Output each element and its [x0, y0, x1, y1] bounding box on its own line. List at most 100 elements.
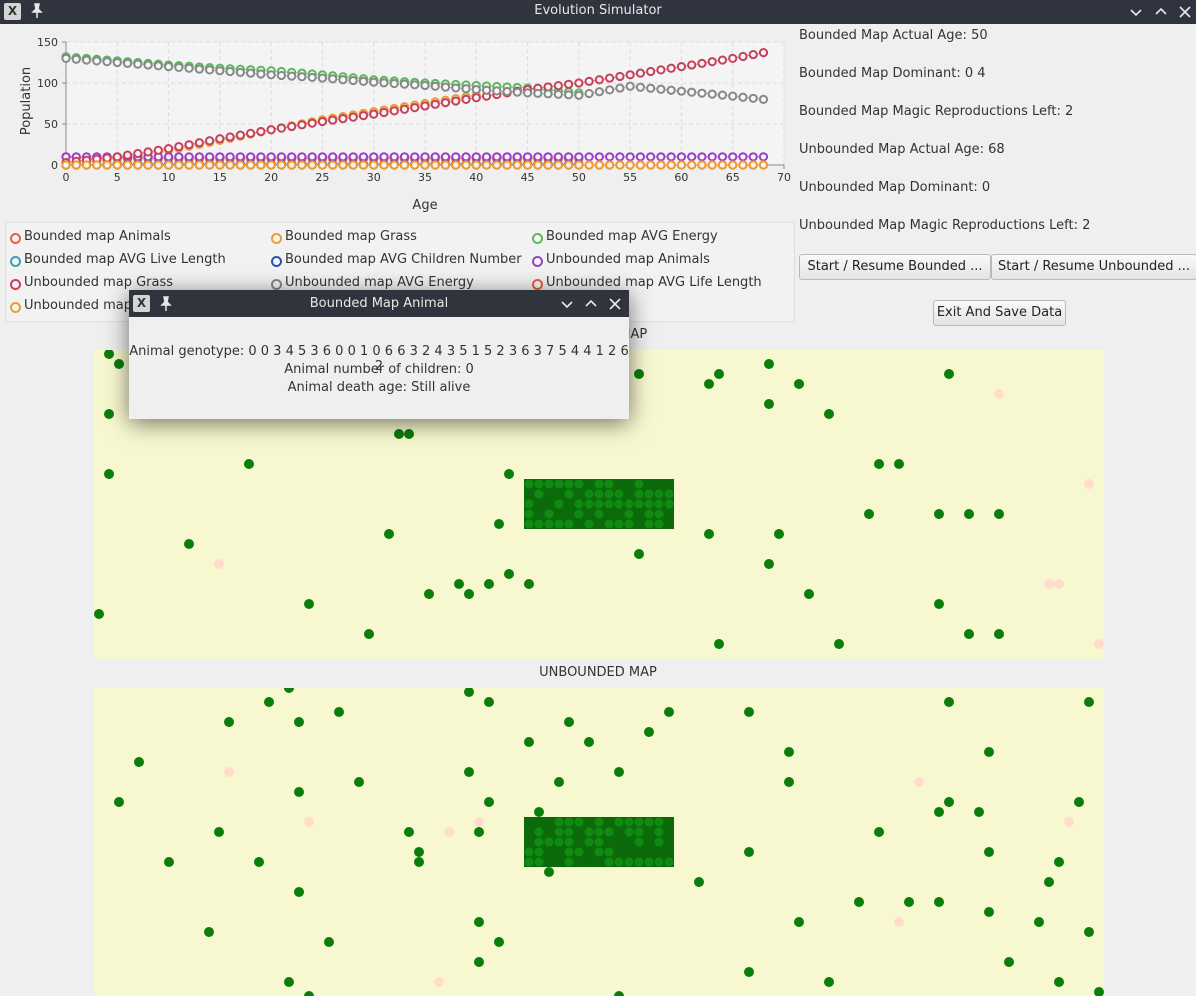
plant [474, 817, 484, 827]
animal [474, 957, 484, 967]
animal [704, 379, 714, 389]
data-point [256, 126, 266, 137]
jungle-animal [654, 519, 664, 529]
legend-marker-icon [271, 233, 282, 244]
data-point [440, 152, 451, 162]
animal [544, 867, 554, 877]
data-point [461, 152, 471, 162]
dialog-minimize-icon[interactable] [557, 294, 577, 314]
jungle-animal [534, 519, 544, 529]
data-point [502, 86, 512, 97]
data-point [133, 148, 143, 159]
data-point [410, 160, 420, 170]
population-chart: 0 5 10 15 20 25 30 35 40 45 50 55 60 65 70 0 50 100 150 Po… [0, 26, 795, 216]
data-point [574, 160, 584, 170]
jungle-animal [644, 499, 654, 509]
animal [454, 579, 464, 589]
animal [494, 519, 504, 529]
unbounded-map[interactable] [94, 688, 1104, 996]
legend-marker-icon [532, 233, 543, 244]
data-point [307, 152, 317, 162]
jungle-animal [634, 479, 644, 489]
data-point [246, 68, 256, 78]
data-point [615, 160, 625, 170]
data-point [287, 121, 297, 132]
data-point [440, 98, 451, 108]
data-point [102, 57, 112, 67]
jungle-animal [584, 827, 594, 837]
data-point [174, 62, 184, 73]
legend-label: Bounded map Animals [24, 229, 171, 244]
jungle-animal [654, 489, 664, 499]
data-point [266, 160, 276, 170]
jungle-animal [664, 499, 674, 509]
x-tick-label: 40 [469, 171, 483, 184]
data-point [81, 160, 92, 170]
jungle-animal [644, 817, 654, 827]
chart-svg: 0 5 10 15 20 25 30 35 40 45 50 55 60 65 70 0 50 100 150 Po… [19, 36, 791, 213]
animal [414, 857, 424, 867]
jungle-animal [544, 479, 554, 489]
data-point [92, 160, 102, 170]
data-point [410, 80, 420, 90]
jungle-animal [654, 499, 664, 509]
data-point [81, 55, 92, 65]
animal [464, 767, 474, 777]
jungle-animal [554, 519, 564, 529]
data-point [338, 75, 348, 85]
data-point [451, 152, 461, 162]
start-bounded-button[interactable]: Start / Resume Bounded ... [799, 254, 991, 280]
dialog-titlebar: X Bounded Map Animal [129, 290, 629, 317]
animal [464, 688, 474, 697]
animal-children: Animal number of children: 0 [284, 362, 474, 377]
exit-save-button[interactable]: Exit And Save Data [933, 300, 1066, 326]
data-point [297, 160, 307, 170]
animal [354, 777, 364, 787]
unbounded-map-canvas[interactable] [94, 688, 1104, 996]
data-point [215, 152, 225, 162]
bounded-age-label: Bounded Map Actual Age: 50 [799, 28, 988, 43]
data-point [666, 152, 676, 162]
minimize-icon[interactable] [1126, 2, 1146, 22]
legend-label: Unbounded map AVG Energy [285, 275, 474, 290]
dialog-maximize-icon[interactable] [581, 294, 601, 314]
data-point [215, 160, 225, 170]
data-point [492, 160, 502, 170]
data-point [369, 160, 379, 170]
data-point [328, 74, 338, 84]
data-point [399, 160, 410, 170]
data-point [584, 88, 594, 99]
jungle-animal [594, 489, 604, 499]
dialog-close-icon[interactable] [605, 294, 625, 314]
data-point [605, 160, 615, 170]
data-point [676, 160, 687, 170]
plant [894, 917, 904, 927]
jungle-animal [604, 499, 614, 509]
data-point [481, 85, 492, 95]
maximize-icon[interactable] [1151, 2, 1171, 22]
jungle-animal [574, 499, 584, 509]
jungle-animal [634, 837, 644, 847]
data-point [533, 152, 543, 162]
data-point [297, 152, 307, 162]
animal [864, 509, 874, 519]
start-unbounded-button[interactable]: Start / Resume Unbounded ... [991, 254, 1196, 280]
data-point [502, 152, 512, 162]
data-point [235, 160, 245, 170]
animal [424, 589, 434, 599]
data-point [635, 68, 646, 78]
jungle-animal [544, 837, 554, 847]
data-point [512, 160, 522, 170]
data-point [574, 90, 584, 100]
data-point [358, 111, 369, 121]
data-point [543, 89, 553, 99]
data-point [235, 67, 245, 77]
data-point [635, 160, 646, 170]
animal [134, 757, 144, 767]
animal [294, 787, 304, 797]
close-icon[interactable] [1175, 2, 1195, 22]
animal [964, 509, 974, 519]
animal [254, 857, 264, 867]
data-point [461, 94, 471, 105]
animal [294, 887, 304, 897]
